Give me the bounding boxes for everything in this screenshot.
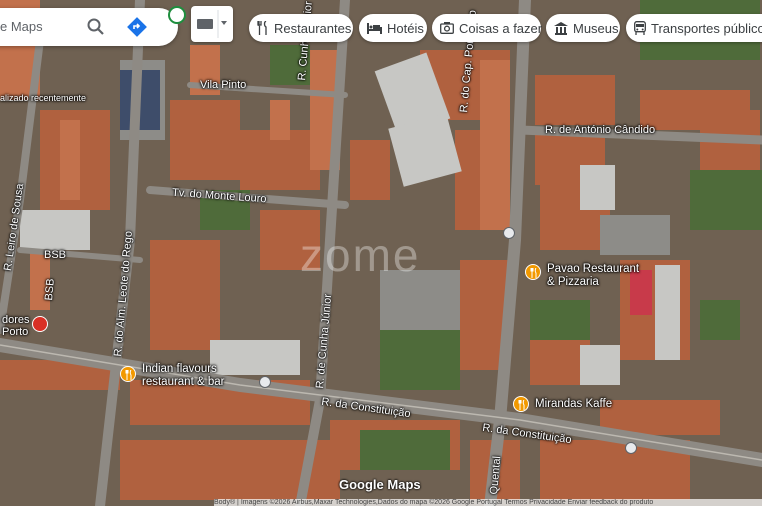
watermark: zome <box>300 229 421 281</box>
poi-indian-flavours[interactable]: Indian flavours restaurant & bar <box>142 363 224 389</box>
restaurant-pin-icon[interactable] <box>120 366 136 382</box>
attribution-bar[interactable]: Body® | Imagens ©2026 Airbus,Maxar Techn… <box>214 499 762 506</box>
search-box[interactable]: e Maps <box>0 8 178 46</box>
bus-stop-icon[interactable] <box>259 376 271 388</box>
directions-icon[interactable] <box>126 16 148 38</box>
chip-label: Hotéis <box>387 20 424 36</box>
street-label-vila-pinto: Vila Pinto <box>200 79 247 91</box>
recent-label: alizado recentemente <box>0 93 87 103</box>
poi-mirandas-kaffe[interactable]: Mirandas Kaffe <box>535 398 612 411</box>
keyboard-icon <box>197 10 227 38</box>
poi-pavao-restaurant[interactable]: Pavao Restaurant & Pizzaria <box>547 263 639 289</box>
search-input[interactable]: e Maps <box>0 19 43 34</box>
chip-label: Coisas a fazer <box>459 20 543 36</box>
chip-restaurantes[interactable]: Restaurantes <box>249 14 353 42</box>
restaurant-pin-icon[interactable] <box>525 264 541 280</box>
transit-icon <box>634 21 646 35</box>
place-label-dores: dores <box>2 314 30 326</box>
location-icon[interactable] <box>168 6 186 24</box>
search-icon[interactable] <box>86 17 106 37</box>
chip-transportes-publicos[interactable]: Transportes públicos <box>626 14 762 42</box>
museum-pin-icon[interactable] <box>32 316 48 332</box>
street-label-antonio-candido: R. de António Cândido <box>545 124 656 136</box>
google-maps-logo: Google Maps <box>339 477 421 492</box>
layers-button[interactable] <box>191 6 233 42</box>
bus-stop-icon[interactable] <box>503 227 515 239</box>
museum-icon <box>554 21 568 35</box>
camera-icon <box>440 22 454 34</box>
chip-museus[interactable]: Museus <box>546 14 620 42</box>
street-label-bsb-1: BSB <box>44 249 67 261</box>
bed-icon <box>367 22 382 34</box>
bus-stop-icon[interactable] <box>625 442 637 454</box>
chip-hoteis[interactable]: Hotéis <box>359 14 427 42</box>
fork-knife-icon <box>257 21 267 35</box>
chip-label: Museus <box>573 20 619 36</box>
chip-label: Transportes públicos <box>651 20 762 36</box>
cafe-pin-icon[interactable] <box>513 396 529 412</box>
chip-label: Restaurantes <box>274 20 352 36</box>
street-label-bsb-2: BSB <box>43 278 57 302</box>
chip-coisas-a-fazer[interactable]: Coisas a fazer <box>432 14 543 42</box>
place-label-porto: Porto <box>2 326 29 338</box>
